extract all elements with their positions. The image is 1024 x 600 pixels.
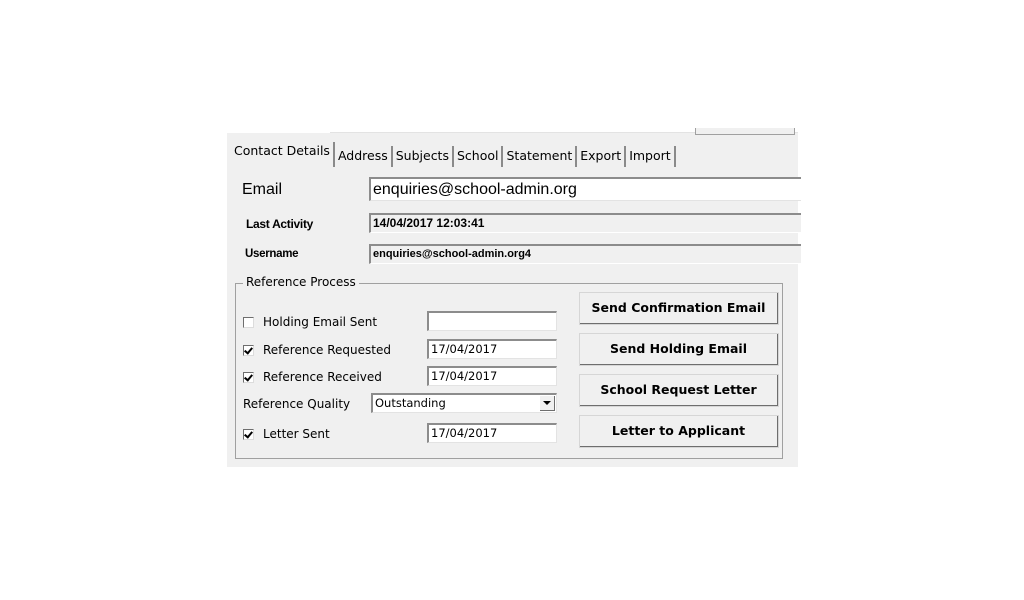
- holding-email-sent-date[interactable]: [427, 311, 557, 331]
- username-label: Username: [245, 248, 299, 260]
- email-label: Email: [242, 181, 283, 198]
- tab-school[interactable]: School: [454, 146, 504, 167]
- letter-sent-date[interactable]: 17/04/2017: [427, 423, 557, 443]
- reference-requested-date[interactable]: 17/04/2017: [427, 339, 557, 359]
- reference-requested-row: Reference Requested: [243, 343, 391, 357]
- send-confirmation-email-button[interactable]: Send Confirmation Email: [579, 292, 779, 325]
- tab-import[interactable]: Import: [626, 146, 676, 167]
- holding-email-sent-row: Holding Email Sent: [243, 315, 377, 329]
- letter-sent-checkbox[interactable]: [243, 428, 254, 440]
- tab-address[interactable]: Address: [335, 146, 393, 167]
- contact-details-panel: Contact Details Address Subjects School …: [227, 128, 801, 467]
- reference-quality-value: Outstanding: [375, 396, 446, 410]
- school-request-letter-button[interactable]: School Request Letter: [579, 374, 779, 407]
- reference-requested-checkbox[interactable]: [243, 344, 254, 356]
- reference-quality-label: Reference Quality: [243, 397, 351, 411]
- reference-process-group: Reference Process Holding Email Sent Ref…: [235, 275, 783, 459]
- username-field: enquiries@school-admin.org4: [369, 244, 801, 264]
- holding-email-sent-checkbox[interactable]: [243, 316, 254, 328]
- last-activity-field: 14/04/2017 12:03:41: [369, 213, 801, 233]
- letter-sent-label: Letter Sent: [263, 427, 330, 441]
- letter-to-applicant-button[interactable]: Letter to Applicant: [579, 415, 779, 448]
- reference-received-row: Reference Received: [243, 370, 382, 384]
- last-activity-label: Last Activity: [246, 217, 314, 231]
- email-field[interactable]: enquiries@school-admin.org: [369, 177, 801, 201]
- tab-subjects[interactable]: Subjects: [393, 146, 454, 167]
- tab-bar: Contact Details Address Subjects School …: [231, 142, 676, 167]
- holding-email-sent-label: Holding Email Sent: [263, 315, 378, 329]
- reference-quality-select[interactable]: Outstanding: [371, 393, 557, 413]
- reference-received-label: Reference Received: [263, 370, 382, 384]
- chevron-down-icon[interactable]: [540, 396, 555, 411]
- send-holding-email-button[interactable]: Send Holding Email: [579, 333, 779, 366]
- reference-received-checkbox[interactable]: [243, 371, 254, 383]
- reference-process-title: Reference Process: [243, 275, 359, 289]
- tab-export[interactable]: Export: [577, 146, 627, 167]
- reference-requested-label: Reference Requested: [263, 343, 391, 357]
- tab-statement[interactable]: Statement: [503, 146, 578, 167]
- reference-received-date[interactable]: 17/04/2017: [427, 366, 557, 386]
- tab-contact-details[interactable]: Contact Details: [231, 142, 335, 167]
- letter-sent-row: Letter Sent: [243, 427, 330, 441]
- top-control-edge: [695, 128, 795, 135]
